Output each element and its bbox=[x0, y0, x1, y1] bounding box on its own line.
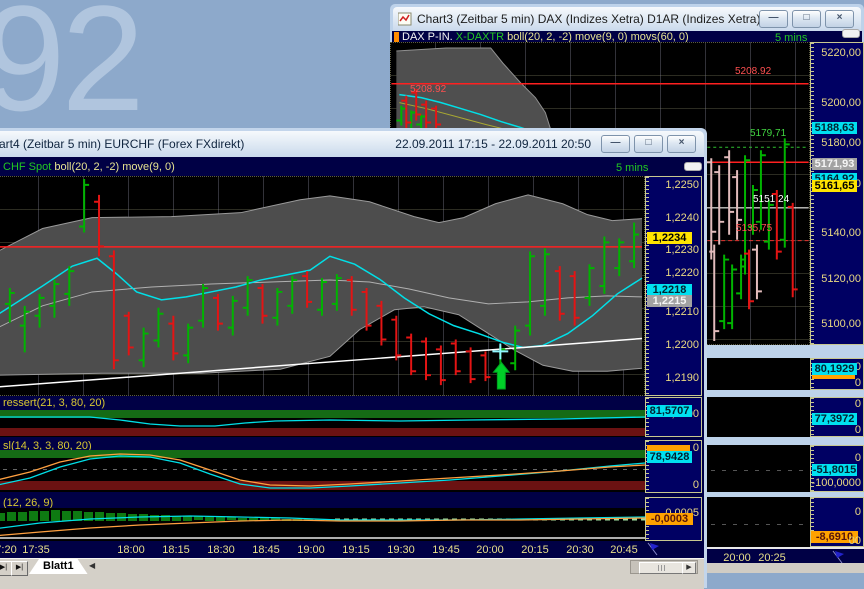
macd-scale: 0,0005-0,0003 bbox=[645, 497, 702, 541]
chart4-date-range: 22.09.2011 17:15 - 22.09.2011 20:50 bbox=[395, 137, 591, 151]
close-icon[interactable]: × bbox=[667, 135, 696, 153]
panel3-label: (12, 26, 9) bbox=[0, 497, 642, 508]
scroll-right-icon[interactable]: ▶ bbox=[682, 562, 696, 574]
price-line-label: 5208.92 bbox=[410, 84, 446, 95]
up-arrow-icon bbox=[493, 362, 509, 389]
chart3-titlebar[interactable]: Chart3 (Zeitbar 5 min) DAX (Indizes Xetr… bbox=[393, 7, 861, 31]
dax-indicator-scale-2: 077,39720 bbox=[810, 397, 864, 437]
dax-indicator-scale-4: 0-8,691000 bbox=[810, 497, 864, 547]
restore-icon[interactable]: □ bbox=[634, 135, 663, 153]
dax-price-scale: 5220,005200,005188,635180,005171,935160,… bbox=[810, 42, 864, 345]
horizontal-scrollbar[interactable]: ▶ bbox=[630, 560, 698, 574]
sheet-nav-next-icon[interactable]: ▶| bbox=[11, 561, 28, 576]
close-icon[interactable]: × bbox=[825, 10, 854, 28]
stochastic-scale-1: 50,000081,5707 bbox=[645, 397, 702, 437]
sheet-tab-blatt1[interactable]: Blatt1 bbox=[29, 559, 88, 574]
minimize-icon[interactable]: — bbox=[601, 135, 630, 153]
sheet-back-icon[interactable]: ◀ bbox=[89, 561, 95, 570]
scroll-thumb[interactable] bbox=[842, 29, 860, 38]
sheet-tab-bar: ▶| ▶| Blatt1 ◀ ▶ bbox=[0, 558, 704, 589]
price-line-label: 5135,75 bbox=[736, 223, 772, 234]
stochastic-panel-1 bbox=[0, 410, 645, 437]
chart4-indicator-bar: CHF Spot boll(20, 2, -2) move(9, 0) 5 mi… bbox=[0, 161, 704, 176]
eurchf-time-axis: 7:2017:3518:0018:1518:3018:4519:0019:151… bbox=[0, 541, 645, 558]
series-name-eurchf: CHF Spot bbox=[3, 161, 51, 173]
macd-panel bbox=[0, 508, 645, 541]
stochastic-scale-2: 078,94280 bbox=[645, 440, 702, 493]
dax-indicator-scale-1: 080,19290 bbox=[810, 358, 864, 390]
chart4-window: art4 (Zeitbar 5 min) EURCHF (Forex FXdir… bbox=[0, 128, 707, 588]
buy-signal-cross-icon bbox=[492, 343, 508, 359]
timeframe-label: 5 mins bbox=[616, 162, 648, 174]
chart4-title: art4 (Zeitbar 5 min) EURCHF (Forex FXdir… bbox=[0, 137, 244, 151]
scroll-thumb[interactable] bbox=[684, 162, 702, 171]
maximize-icon[interactable]: □ bbox=[792, 10, 821, 28]
h-scrollbar-thumb[interactable] bbox=[639, 562, 683, 574]
minimize-icon[interactable]: — bbox=[759, 10, 788, 28]
chart4-titlebar[interactable]: art4 (Zeitbar 5 min) EURCHF (Forex FXdir… bbox=[0, 131, 704, 157]
price-line-label: 5151 24 bbox=[753, 194, 789, 205]
window-icon bbox=[398, 12, 412, 26]
flag-icon[interactable] bbox=[645, 542, 661, 557]
panel1-label: ressert(21, 3, 80, 20) bbox=[0, 397, 642, 410]
price-line-label: 5179,71 bbox=[750, 128, 786, 139]
desktop-watermark: 92 bbox=[0, 0, 141, 145]
panel2-label: sl(14, 3, 3, 80, 20) bbox=[0, 440, 642, 450]
dax-indicator-scale-3: 0-51,8015-100,0000 bbox=[810, 445, 864, 492]
stochastic-panel-2 bbox=[0, 450, 645, 492]
eurchf-price-scale: 1,22501,22401,22341,22301,22201,22181,22… bbox=[645, 176, 702, 396]
indicator-params: boll(20, 2, -2) move(9, 0) bbox=[54, 161, 174, 173]
price-line-label: 5208.92 bbox=[735, 66, 771, 77]
eurchf-price-chart bbox=[0, 176, 645, 396]
chart3-title: Chart3 (Zeitbar 5 min) DAX (Indizes Xetr… bbox=[417, 12, 780, 26]
